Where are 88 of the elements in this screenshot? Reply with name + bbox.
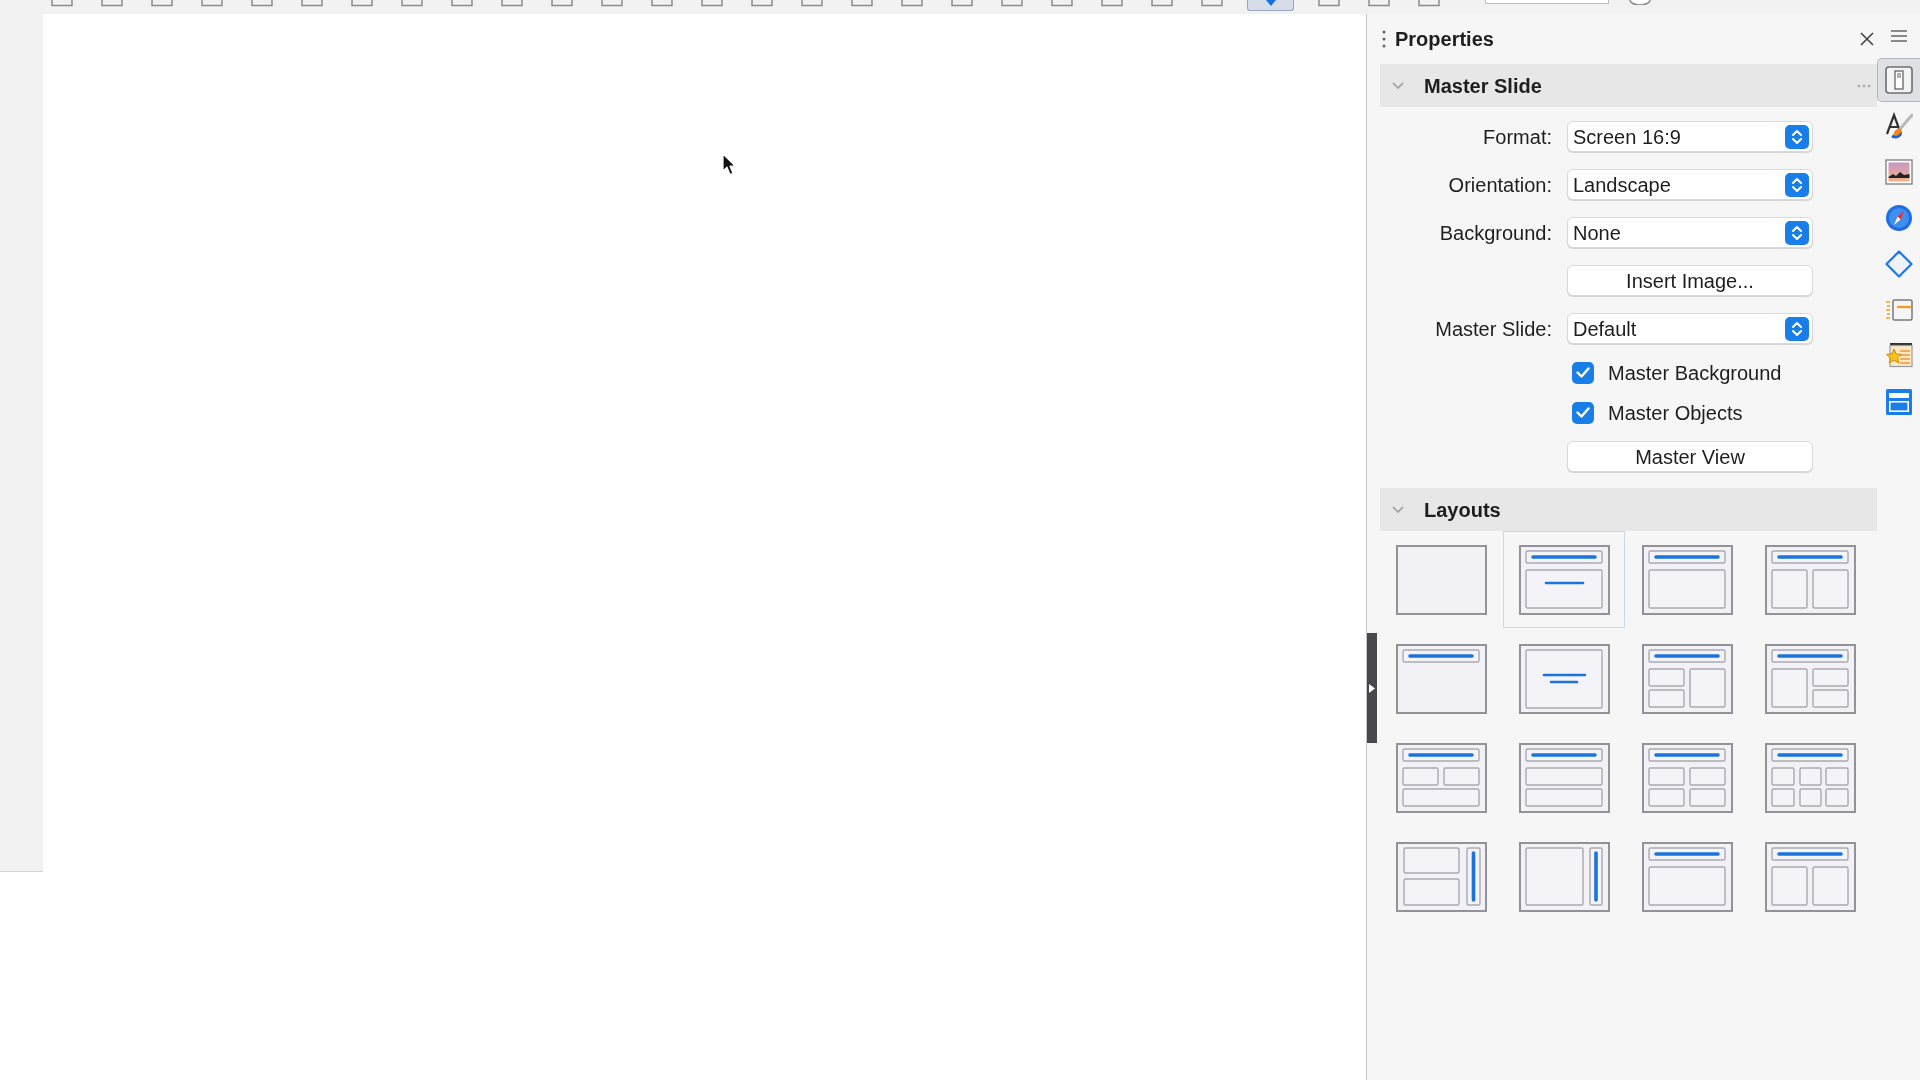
slide-lines-icon [1884, 296, 1913, 324]
toolbar-icon [1151, 0, 1173, 7]
spinner-icon [1785, 172, 1809, 197]
slide-layout-icon [1395, 841, 1487, 912]
toolbar-icon [1264, 0, 1277, 7]
slide-layout-icon [1518, 841, 1610, 912]
checkmark-icon [1576, 367, 1590, 378]
field-label: Format: [1482, 124, 1552, 150]
toolbar-icon [51, 0, 73, 7]
toolbar-icon [651, 0, 673, 7]
section-header[interactable]: Master Slide [1380, 64, 1877, 107]
checkbox[interactable] [1572, 401, 1594, 424]
page-frame-icon [1885, 66, 1913, 94]
toolbar-icon [701, 0, 723, 7]
slide-layout-icon [1764, 544, 1856, 615]
dropdown[interactable]: None [1567, 217, 1813, 248]
toolbar-icon [751, 0, 773, 7]
mouse-pointer-icon [722, 153, 737, 176]
toolbar-icon [951, 0, 973, 7]
slide-layout-icon [1764, 643, 1856, 714]
spinner-icon [1785, 124, 1809, 149]
slide-layout-icon [1641, 841, 1733, 912]
dropdown[interactable]: Landscape [1567, 169, 1813, 200]
panel-title: Properties [1395, 27, 1494, 52]
slide-layout-icon [1395, 742, 1487, 813]
field-label: Orientation: [1447, 172, 1552, 198]
checkmark-icon [1576, 407, 1590, 418]
checkbox[interactable] [1572, 361, 1594, 384]
close-icon [1860, 32, 1874, 46]
action-button[interactable]: Insert Image... [1567, 265, 1813, 296]
caret-right-icon [1369, 683, 1375, 693]
section-title: Layouts [1424, 497, 1501, 523]
toolbar-icon [351, 0, 373, 7]
slide-layout-icon [1518, 544, 1610, 615]
action-button[interactable]: Master View [1567, 441, 1813, 472]
dropdown[interactable]: Default [1567, 313, 1813, 344]
field-label: Master Slide: [1434, 316, 1552, 342]
toolbar-icon [501, 0, 523, 7]
slide-layout-icon [1641, 643, 1733, 714]
toolbar-icon [801, 0, 823, 7]
toolbar-icon [201, 0, 223, 7]
slide-layout-icon [1395, 544, 1487, 615]
toolbar-field[interactable] [1485, 0, 1609, 4]
toolbar-icon [101, 0, 123, 7]
toolbar-icon [151, 0, 173, 7]
checkbox-label: Master Objects [1608, 400, 1743, 426]
dropdown[interactable]: Screen 16:9 [1567, 121, 1813, 152]
toolbar-icon [1318, 0, 1340, 7]
landscape-image-icon [1884, 158, 1913, 186]
checkbox-label: Master Background [1608, 360, 1782, 386]
toolbar-icon [901, 0, 923, 7]
toolbar-icon [851, 0, 873, 7]
close-button[interactable] [1860, 32, 1874, 46]
slide-layout-icon [1518, 643, 1610, 714]
spinner-icon [1785, 316, 1809, 341]
font-brush-icon [1884, 112, 1913, 140]
spinner-icon [1785, 220, 1809, 245]
slide-layout-icon [1764, 742, 1856, 813]
more-icon[interactable] [1857, 83, 1871, 88]
star-slide-icon [1884, 342, 1913, 370]
toolbar-icon [451, 0, 473, 7]
section-title: Master Slide [1424, 73, 1542, 99]
toolbar-icon [1101, 0, 1123, 7]
toolbar-icon [1051, 0, 1073, 7]
toolbar-icon [1368, 0, 1390, 7]
toolbar-icon [1001, 0, 1023, 7]
toolbar-icon [251, 0, 273, 7]
layout-panel-icon [1884, 388, 1913, 416]
layout-option[interactable] [1503, 531, 1625, 628]
toolbar-icon [401, 0, 423, 7]
collapse-handle[interactable] [1367, 633, 1377, 743]
toolbar-icon [1201, 0, 1223, 7]
slide-layout-icon [1641, 544, 1733, 615]
toolbar-icon [1418, 0, 1440, 7]
slide-layout-icon [1764, 841, 1856, 912]
toolbar-icon [301, 0, 323, 7]
drag-handle-icon[interactable] [1382, 29, 1386, 49]
toolbar-icon [601, 0, 623, 7]
field-label: Background: [1438, 220, 1552, 246]
diamond-icon [1884, 250, 1913, 278]
slide-layout-icon [1518, 742, 1610, 813]
compass-icon [1884, 204, 1913, 232]
toolbar-icon [551, 0, 573, 7]
menu-icon[interactable] [1890, 30, 1907, 42]
toolbar-button[interactable] [1247, 0, 1294, 11]
slide-layout-icon [1641, 742, 1733, 813]
section-header[interactable]: Layouts [1380, 488, 1877, 531]
slide-layout-icon [1395, 643, 1487, 714]
